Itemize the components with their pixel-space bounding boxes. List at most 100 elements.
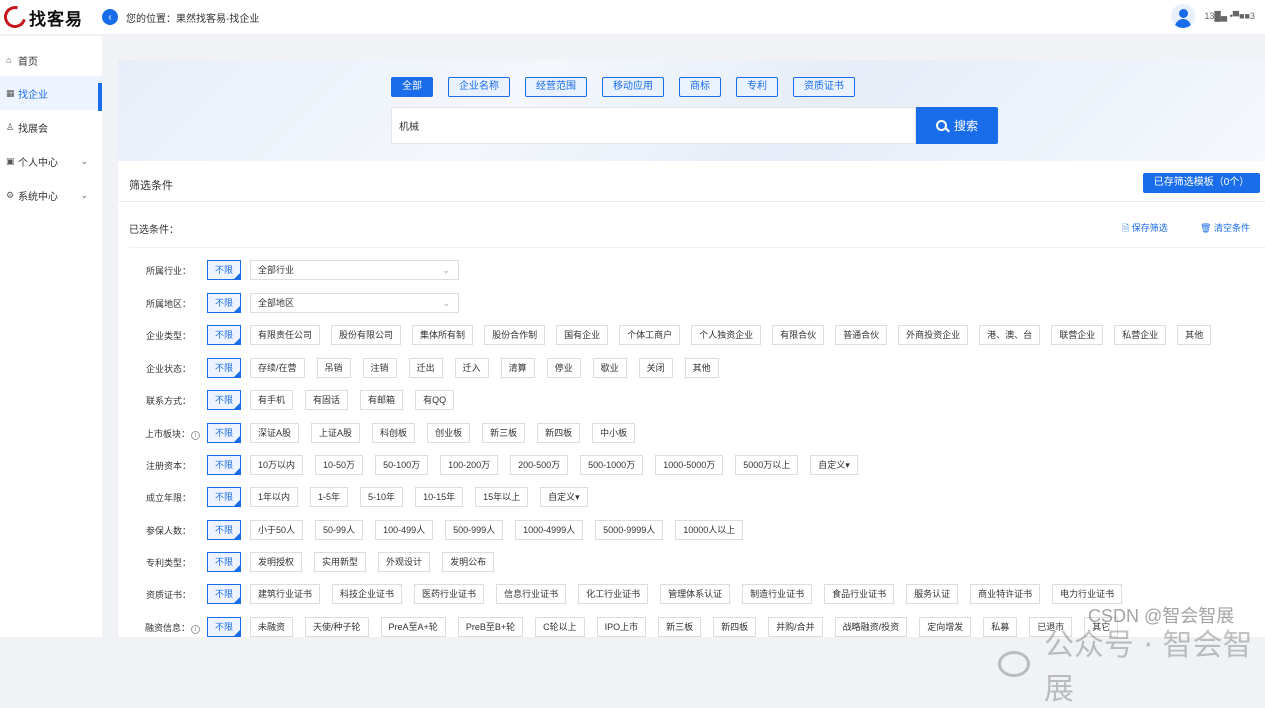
chevron-down-icon[interactable]: ⌄ <box>80 156 88 167</box>
filter-option[interactable]: 化工行业证书 <box>578 584 649 604</box>
custom-range-dropdown[interactable]: 自定义▾ <box>810 455 858 475</box>
filter-option[interactable]: 有固话 <box>305 390 349 410</box>
filter-option[interactable]: 其他 <box>684 358 719 378</box>
filter-option[interactable]: 10000人以上 <box>675 520 744 540</box>
filter-option[interactable]: 存续/在营 <box>250 358 305 378</box>
filter-option[interactable]: 100-499人 <box>375 520 434 540</box>
filter-option[interactable]: 建筑行业证书 <box>250 584 321 604</box>
filter-option[interactable]: 新四板 <box>537 423 581 443</box>
user-menu[interactable]: 13█▄ •▀■■3 <box>1171 4 1255 28</box>
filter-option[interactable]: 电力行业证书 <box>1052 584 1123 604</box>
sidebar-item-1[interactable]: ⌂ 首页 <box>0 43 102 77</box>
filter-option[interactable]: 有手机 <box>250 390 294 410</box>
filter-option[interactable]: 上证A股 <box>311 423 361 443</box>
filter-option[interactable]: 普通合伙 <box>835 325 888 345</box>
filter-option[interactable]: 有限合伙 <box>772 325 825 345</box>
filter-option[interactable]: 5000万以上 <box>735 455 799 475</box>
no-limit-option[interactable]: 不限 <box>207 455 242 475</box>
filter-option[interactable]: 发明公布 <box>442 552 495 572</box>
back-button[interactable]: ‹ <box>102 9 118 25</box>
no-limit-option[interactable]: 不限 <box>207 325 242 345</box>
filter-option[interactable]: 外观设计 <box>378 552 431 572</box>
filter-option[interactable]: 个体工商户 <box>619 325 681 345</box>
filter-option[interactable]: 实用新型 <box>314 552 367 572</box>
filter-option[interactable]: 定向增发 <box>919 617 972 637</box>
filter-option[interactable]: 信息行业证书 <box>496 584 567 604</box>
sidebar-item-2[interactable]: ▦ 找企业 <box>0 76 102 111</box>
filter-option[interactable]: 联营企业 <box>1051 325 1104 345</box>
no-limit-option[interactable]: 不限 <box>207 358 242 378</box>
filter-option[interactable]: PreB至B+轮 <box>457 617 524 637</box>
info-icon[interactable]: i <box>191 430 200 440</box>
filter-option[interactable]: 国有企业 <box>556 325 609 345</box>
filter-option[interactable]: 1年以内 <box>250 487 299 507</box>
search-tab[interactable]: 资质证书 <box>793 77 855 97</box>
filter-option[interactable]: 关闭 <box>638 358 673 378</box>
filter-option[interactable]: 小于50人 <box>250 520 304 540</box>
filter-option[interactable]: 500-999人 <box>445 520 504 540</box>
filter-option[interactable]: 有邮箱 <box>360 390 404 410</box>
filter-option[interactable]: 商业特许证书 <box>970 584 1041 604</box>
filter-option[interactable]: 5000-9999人 <box>595 520 664 540</box>
filter-option[interactable]: 制造行业证书 <box>742 584 813 604</box>
filter-option[interactable]: 新三板 <box>482 423 526 443</box>
filter-option[interactable]: 未融资 <box>250 617 294 637</box>
no-limit-option[interactable]: 不限 <box>207 390 242 410</box>
filter-option[interactable]: 私营企业 <box>1114 325 1167 345</box>
sidebar-item-4[interactable]: ▣ 个人中心 ⌄ <box>0 144 102 178</box>
search-tab[interactable]: 移动应用 <box>602 77 664 97</box>
filter-option[interactable]: 清算 <box>500 358 535 378</box>
filter-option[interactable]: 50-99人 <box>315 520 364 540</box>
filter-option[interactable]: 5-10年 <box>360 487 404 507</box>
filter-option[interactable]: 食品行业证书 <box>824 584 895 604</box>
no-limit-option[interactable]: 不限 <box>207 617 242 637</box>
filter-option[interactable]: 迁出 <box>408 358 443 378</box>
filter-option[interactable]: 50-100万 <box>375 455 429 475</box>
chevron-down-icon[interactable]: ⌄ <box>80 190 88 201</box>
sidebar-item-3[interactable]: ♙ 找展会 <box>0 110 102 144</box>
filter-option[interactable]: 个人独资企业 <box>691 325 762 345</box>
filter-option[interactable]: 其他 <box>1177 325 1212 345</box>
filter-option[interactable]: 中小板 <box>592 423 636 443</box>
filter-option[interactable]: 战略融资/投资 <box>834 617 908 637</box>
search-button[interactable]: 搜索 <box>916 107 998 144</box>
filter-option[interactable]: 管理体系认证 <box>660 584 731 604</box>
no-limit-option[interactable]: 不限 <box>207 423 242 443</box>
info-icon[interactable]: i <box>191 624 200 634</box>
filter-option[interactable]: IPO上市 <box>596 617 647 637</box>
no-limit-option[interactable]: 不限 <box>207 552 242 572</box>
filter-option[interactable]: 迁入 <box>454 358 489 378</box>
filter-option[interactable]: 创业板 <box>427 423 471 443</box>
saved-template-button[interactable]: 已存筛选模板（0个） <box>1143 173 1260 193</box>
filter-option[interactable]: 科技企业证书 <box>332 584 403 604</box>
logo[interactable]: 找客易 <box>0 1 102 33</box>
filter-option[interactable]: 集体所有制 <box>412 325 474 345</box>
no-limit-option[interactable]: 不限 <box>207 520 242 540</box>
filter-option[interactable]: 500-1000万 <box>580 455 644 475</box>
search-tab[interactable]: 专利 <box>736 77 778 97</box>
filter-option[interactable]: 1000-5000万 <box>655 455 724 475</box>
filter-option[interactable]: 深证A股 <box>250 423 300 443</box>
filter-option[interactable]: 外商投资企业 <box>898 325 969 345</box>
no-limit-option[interactable]: 不限 <box>207 487 242 507</box>
search-tab[interactable]: 经营范围 <box>525 77 587 97</box>
sidebar-item-5[interactable]: ⚙ 系统中心 ⌄ <box>0 178 102 212</box>
filter-option[interactable]: 10-50万 <box>315 455 364 475</box>
filter-option[interactable]: 1000-4999人 <box>515 520 584 540</box>
filter-option[interactable]: 医药行业证书 <box>414 584 485 604</box>
filter-option[interactable]: 科创板 <box>372 423 416 443</box>
filter-option[interactable]: 注销 <box>362 358 397 378</box>
filter-option[interactable]: 并购/合并 <box>768 617 823 637</box>
filter-option[interactable]: 200-500万 <box>510 455 569 475</box>
filter-option[interactable]: 有QQ <box>415 390 455 410</box>
filter-option[interactable]: 天使/种子轮 <box>305 617 369 637</box>
filter-option[interactable]: 服务认证 <box>906 584 959 604</box>
filter-option[interactable]: 股份合作制 <box>484 325 546 345</box>
filter-option[interactable]: 港、澳、台 <box>979 325 1041 345</box>
avatar[interactable] <box>1171 4 1196 28</box>
clear-filter-button[interactable]: 🗑 清空条件 <box>1200 221 1250 234</box>
no-limit-option[interactable]: 不限 <box>207 260 242 280</box>
filter-option[interactable]: 10万以内 <box>250 455 304 475</box>
search-input[interactable]: 机械 <box>391 107 916 144</box>
filter-option[interactable]: 15年以上 <box>475 487 529 507</box>
